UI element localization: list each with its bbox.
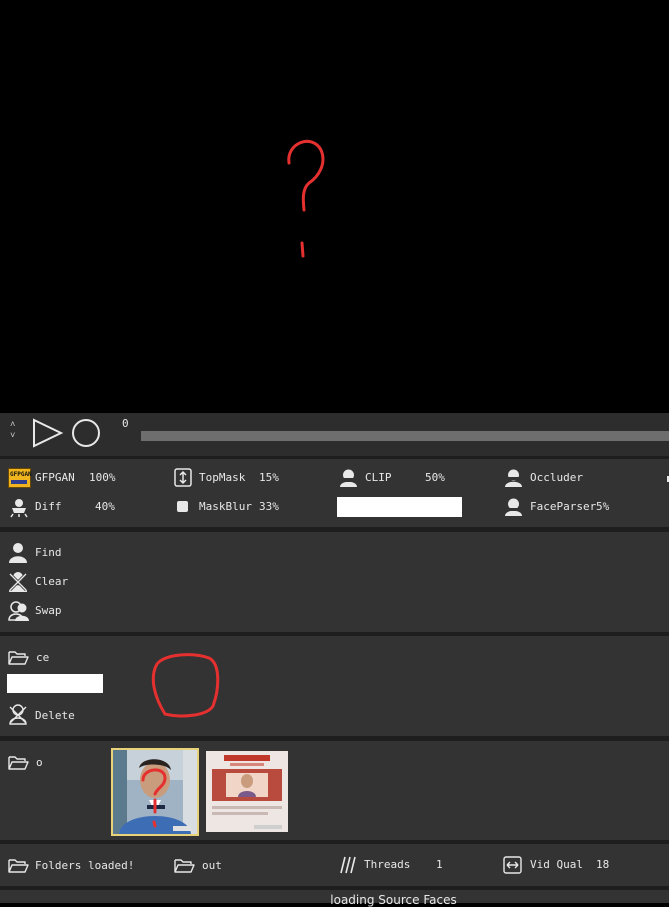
clip-face-icon[interactable] [339, 468, 358, 487]
diff-label[interactable]: Diff [35, 500, 62, 514]
transport-bar: ˄ ˅ 0 [0, 413, 669, 456]
swap-button[interactable]: Swap [8, 600, 88, 622]
step-down-icon[interactable]: ˅ [10, 429, 15, 443]
target-folder-button[interactable]: o [8, 753, 68, 771]
mask-blur-checkbox[interactable] [177, 501, 188, 512]
swap-faces-icon [8, 601, 29, 621]
threads-label[interactable]: Threads [364, 858, 410, 872]
play-icon[interactable] [32, 418, 64, 448]
gfpgan-label[interactable]: GFPGAN [35, 471, 75, 485]
source-folder-button[interactable]: ce [8, 648, 68, 666]
diff-value[interactable]: 40% [95, 500, 115, 514]
folder-open-icon [8, 859, 29, 873]
occluder-icon[interactable] [504, 468, 523, 487]
folder-open-icon [174, 859, 195, 873]
person-icon [9, 543, 27, 563]
folder-open-icon [8, 651, 29, 665]
face-parser-icon[interactable] [504, 497, 523, 516]
mask-blur-value[interactable]: 33% [259, 500, 279, 514]
threads-value[interactable]: 1 [436, 858, 443, 872]
status-text: loading Source Faces [330, 893, 457, 907]
face-parser-value[interactable]: 5% [596, 500, 609, 514]
video-quality-icon[interactable] [503, 856, 522, 874]
clear-label: Clear [35, 575, 69, 588]
clip-value[interactable]: 50% [425, 471, 445, 485]
top-mask-icon[interactable] [174, 468, 192, 487]
circle-annotation [151, 653, 220, 718]
clear-button[interactable]: Clear [8, 571, 88, 593]
clip-text-input[interactable] [337, 497, 462, 517]
video-quality-label[interactable]: Vid Qual [530, 858, 583, 872]
folder-open-icon [8, 756, 29, 770]
output-folder-label: out [202, 859, 222, 872]
swap-label: Swap [35, 604, 62, 617]
video-thumbnail-image [206, 751, 288, 832]
find-label: Find [35, 546, 62, 559]
video-quality-value[interactable]: 18 [596, 858, 609, 872]
video-preview [0, 0, 669, 413]
frame-number: 0 [122, 417, 129, 430]
clear-faces-icon [8, 572, 28, 592]
settings-bar: Folders loaded! out Threads 1 Vid Qual 1… [0, 844, 669, 886]
face-actions-panel: Find Clear Swap [0, 532, 669, 632]
clip-label[interactable]: CLIP [365, 471, 392, 485]
status-bar: loading Source Faces [0, 890, 669, 907]
frame-stepper[interactable]: ˄ ˅ [9, 418, 19, 448]
top-mask-value[interactable]: 15% [259, 471, 279, 485]
folders-loaded-button[interactable]: Folders loaded! [8, 856, 148, 874]
occluder-label[interactable]: Occluder [530, 471, 583, 485]
output-folder-button[interactable]: out [174, 856, 234, 874]
record-icon[interactable] [71, 418, 101, 448]
target-thumbnail[interactable] [206, 751, 288, 832]
find-button[interactable]: Find [8, 542, 88, 564]
top-mask-label[interactable]: TopMask [199, 471, 245, 485]
delete-face-icon [9, 704, 27, 725]
target-folder-label: o [36, 756, 43, 769]
question-mark-annotation [287, 139, 325, 258]
target-media-panel: o [0, 741, 669, 840]
source-search-input[interactable] [7, 674, 103, 693]
delete-label: Delete [35, 709, 75, 722]
delete-button[interactable]: Delete [8, 704, 88, 726]
gfpgan-icon-text: GFPGAN [10, 471, 32, 478]
threads-icon[interactable] [340, 856, 356, 874]
folders-loaded-label: Folders loaded! [35, 859, 135, 872]
video-thumbnail-image [113, 750, 197, 834]
face-parser-label[interactable]: FaceParser [530, 500, 596, 514]
diff-icon[interactable] [9, 497, 29, 518]
mask-blur-label[interactable]: MaskBlur [199, 500, 252, 514]
source-folder-label: ce [36, 651, 50, 664]
gfpgan-icon[interactable]: GFPGAN [8, 468, 32, 488]
timeline-slider[interactable] [141, 431, 669, 441]
gfpgan-value[interactable]: 100% [89, 471, 116, 485]
target-thumbnail-selected[interactable] [111, 748, 199, 836]
parameters-panel: GFPGAN GFPGAN 100% TopMask 15% CLIP 50% … [0, 459, 669, 527]
source-faces-panel: ce Delete [0, 636, 669, 736]
